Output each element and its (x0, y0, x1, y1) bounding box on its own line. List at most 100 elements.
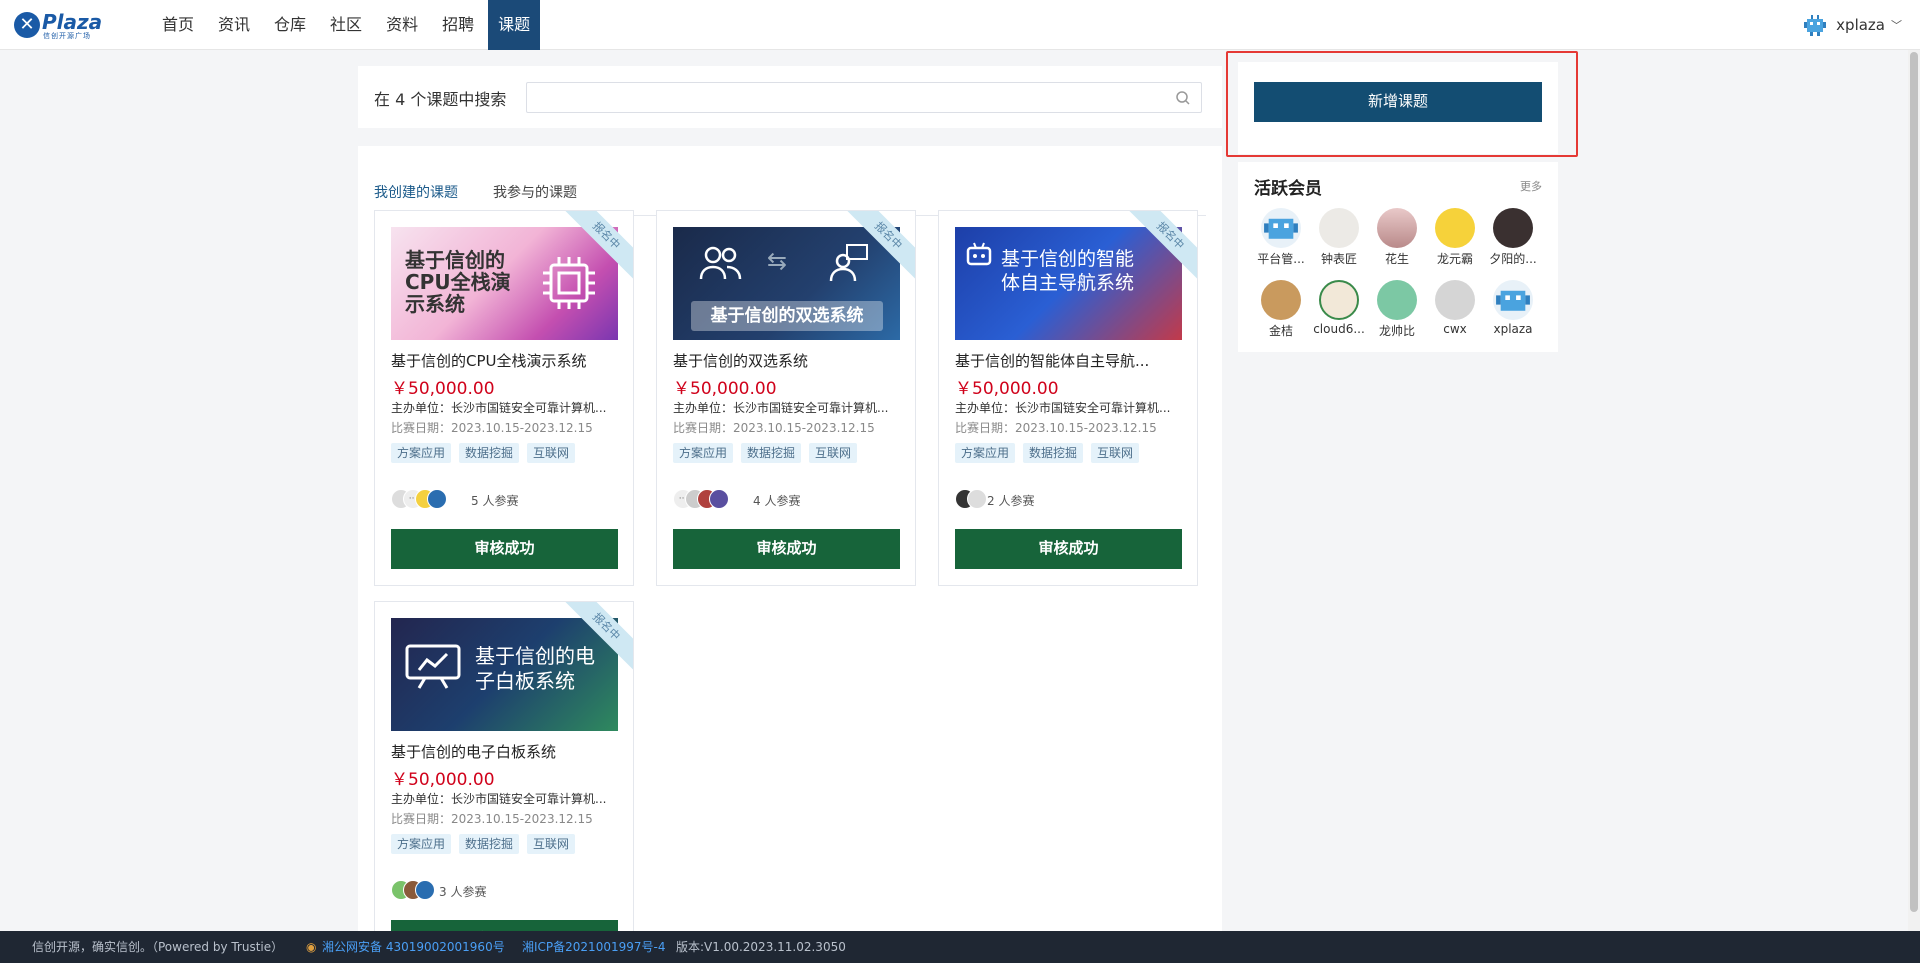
member-item[interactable]: cwx (1426, 280, 1484, 340)
cover-text: 基于信创的CPU全栈演示系统 (405, 248, 511, 316)
topic-cover-image[interactable]: 基于信创的电子白板系统 (391, 618, 618, 731)
member-item[interactable]: xplaza (1484, 280, 1542, 340)
member-item[interactable]: 花生 (1368, 208, 1426, 268)
avatar (1261, 208, 1301, 248)
avatar (1377, 208, 1417, 248)
avatar (415, 880, 435, 900)
topic-card[interactable]: 基于信创的CPU全栈演示系统 报名中 基于信创的CPU全栈演示系统 ￥50,00… (374, 210, 634, 586)
nav-topics[interactable]: 课题 (488, 0, 541, 50)
topic-card[interactable]: ⇆ 基于信创的双选系统 报名中 基于信创的双选系统 ￥50,000.00 主办单… (656, 210, 916, 586)
page-scrollbar[interactable] (1908, 50, 1920, 931)
review-status-button[interactable]: 审核成功 (955, 529, 1182, 569)
whiteboard-icon (405, 644, 461, 689)
police-badge-icon: ◉ (306, 940, 317, 954)
avatar (1493, 208, 1533, 248)
search-input[interactable] (527, 83, 1167, 112)
member-name: cloud6... (1313, 322, 1365, 336)
topic-title[interactable]: 基于信创的CPU全栈演示系统 (391, 350, 623, 371)
nav-home[interactable]: 首页 (152, 0, 204, 50)
nav-resources[interactable]: 资料 (376, 0, 428, 50)
topic-cover-image[interactable]: ⇆ 基于信创的双选系统 (673, 227, 900, 340)
topic-date: 比赛日期：2023.10.15-2023.12.15 (955, 421, 1157, 435)
avatar (1319, 280, 1359, 320)
participant-count: 3 人参赛 (439, 885, 487, 899)
topic-card[interactable]: 基于信创的智能体自主导航系统 报名中 基于信创的智能体自主导航... ￥50,0… (938, 210, 1198, 586)
member-name: 金桔 (1268, 324, 1293, 338)
member-name: 龙元霸 (1436, 252, 1473, 266)
topic-title[interactable]: 基于信创的智能体自主导航... (955, 350, 1187, 371)
search-box (526, 82, 1202, 113)
active-members-panel: 活跃会员 更多 平台管... 钟表匠 花生 龙元霸 夕阳的... 金桔 clou… (1238, 162, 1558, 352)
topic-organizer: 主办单位：长沙市国链安全可靠计算机... (391, 401, 607, 415)
member-name: 平台管... (1257, 252, 1305, 266)
tag: 数据挖掘 (1023, 443, 1084, 463)
main-nav: 首页 资讯 仓库 社区 资料 招聘 课题 (150, 0, 542, 50)
nav-repos[interactable]: 仓库 (264, 0, 316, 50)
scrollbar-thumb[interactable] (1910, 52, 1918, 912)
member-item[interactable]: 钟表匠 (1310, 208, 1368, 268)
people-icon (699, 246, 742, 280)
footer-version: 版本:V1.00.2023.11.02.3050 (676, 940, 846, 954)
avatar (967, 489, 987, 509)
topic-title[interactable]: 基于信创的双选系统 (673, 350, 905, 371)
footer-slogan: 信创开源，确实信创。（Powered by Trustie） (32, 940, 284, 954)
cpu-chip-icon (543, 257, 595, 309)
member-item[interactable]: cloud6... (1310, 280, 1368, 340)
site-logo[interactable]: ✕ Plaza 信创开源广场 (14, 10, 106, 40)
avatar (709, 489, 729, 509)
participant-count: 4 人参赛 (753, 494, 801, 508)
tag: 数据挖掘 (741, 443, 802, 463)
member-item[interactable]: 夕阳的... (1484, 208, 1542, 268)
member-item[interactable]: 平台管... (1252, 208, 1310, 268)
user-avatar-robot-icon (1804, 15, 1827, 36)
footer-police-link[interactable]: 湘公网安备 43019002001960号 (322, 931, 505, 963)
topic-prize: ￥50,000.00 (391, 770, 495, 790)
tag: 互联网 (1091, 443, 1140, 463)
topic-date: 比赛日期：2023.10.15-2023.12.15 (391, 421, 593, 435)
topic-prize: ￥50,000.00 (673, 379, 777, 399)
username: xplaza (1836, 16, 1885, 34)
member-item[interactable]: 龙元霸 (1426, 208, 1484, 268)
footer-icp-link[interactable]: 湘ICP备2021001997号-4 (522, 931, 665, 963)
search-icon[interactable] (1175, 90, 1191, 106)
search-label: 在 4 个课题中搜索 (374, 90, 507, 109)
member-item[interactable]: 龙帅比 (1368, 280, 1426, 340)
cover-text: 基于信创的双选系统 (691, 301, 883, 331)
robot-icon (966, 242, 992, 266)
topic-cover-image[interactable]: 基于信创的CPU全栈演示系统 (391, 227, 618, 340)
logo-x-icon: ✕ (14, 12, 40, 38)
nav-news[interactable]: 资讯 (208, 0, 260, 50)
tag: 互联网 (809, 443, 858, 463)
tag: 方案应用 (955, 443, 1016, 463)
tag: 方案应用 (391, 834, 452, 854)
member-item[interactable]: 金桔 (1252, 280, 1310, 340)
nav-community[interactable]: 社区 (320, 0, 372, 50)
chevron-down-icon: ﹀ (1891, 19, 1902, 32)
tag: 数据挖掘 (459, 443, 520, 463)
review-status-button[interactable]: 审核成功 (391, 529, 618, 569)
top-header: ✕ Plaza 信创开源广场 首页 资讯 仓库 社区 资料 招聘 课题 xpla… (0, 0, 1920, 50)
more-link[interactable]: 更多 (1520, 178, 1542, 194)
tag: 方案应用 (673, 443, 734, 463)
participant-avatars: ··· (673, 489, 729, 509)
site-footer: 信创开源，确实信创。（Powered by Trustie） ◉ 湘公网安备 4… (0, 931, 1920, 963)
topic-date: 比赛日期：2023.10.15-2023.12.15 (673, 421, 875, 435)
user-menu[interactable]: xplaza ﹀ (1802, 12, 1902, 38)
member-name: 夕阳的... (1489, 252, 1537, 266)
topic-search-bar: 在 4 个课题中搜索 (358, 66, 1222, 128)
logo-subtitle: 信创开源广场 (43, 32, 91, 40)
tag: 数据挖掘 (459, 834, 520, 854)
topic-date: 比赛日期：2023.10.15-2023.12.15 (391, 812, 593, 826)
topic-card[interactable]: 基于信创的电子白板系统 报名中 基于信创的电子白板系统 ￥50,000.00 主… (374, 601, 634, 963)
nav-jobs[interactable]: 招聘 (432, 0, 484, 50)
topic-title[interactable]: 基于信创的电子白板系统 (391, 741, 623, 762)
topic-organizer: 主办单位：长沙市国链安全可靠计算机... (391, 792, 607, 806)
member-name: 花生 (1384, 252, 1409, 266)
topic-cover-image[interactable]: 基于信创的智能体自主导航系统 (955, 227, 1182, 340)
presenter-icon (829, 244, 868, 282)
review-status-button[interactable]: 审核成功 (673, 529, 900, 569)
avatar (1319, 208, 1359, 248)
avatar (1377, 280, 1417, 320)
participant-avatars (955, 489, 987, 509)
topic-tags: 方案应用 数据挖掘 互联网 (955, 443, 1147, 463)
